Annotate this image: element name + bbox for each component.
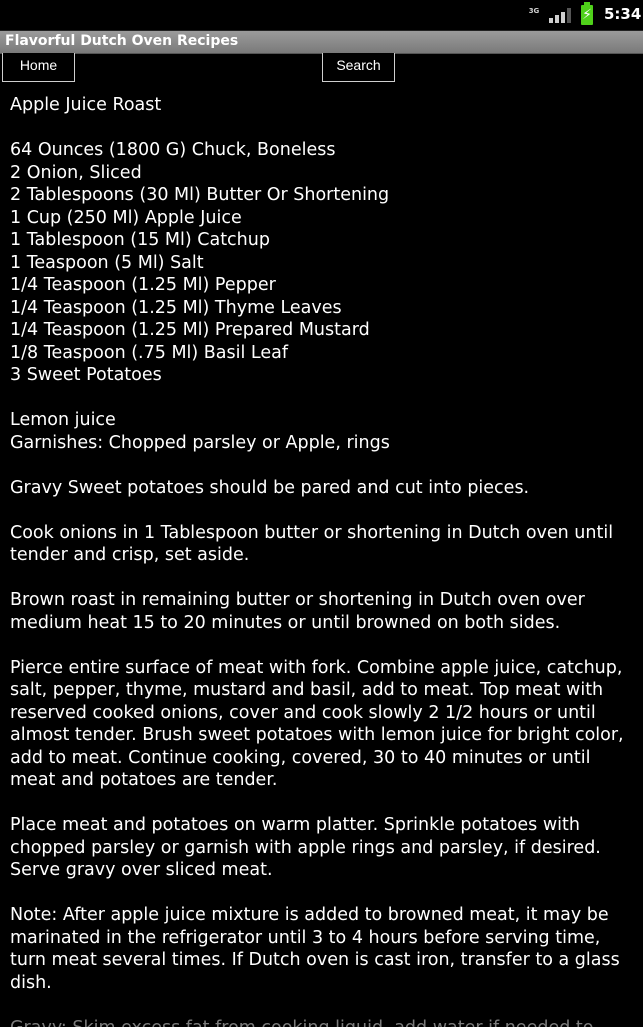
app-title-bar: Flavorful Dutch Oven Recipes [0, 31, 643, 54]
battery-charging-icon: ⚡ [581, 2, 593, 25]
extras-list: Lemon juice Garnishes: Chopped parsley o… [10, 409, 635, 454]
search-button[interactable]: Search [322, 53, 395, 82]
signal-bars-icon [549, 8, 571, 23]
instruction-step: Place meat and potatoes on warm platter.… [10, 815, 601, 880]
ingredient-item: 1/4 Teaspoon (1.25 Ml) Pepper [10, 275, 276, 295]
instruction-step: Gravy: Skim excess fat from cooking liqu… [10, 1017, 635, 1027]
ingredient-item: 64 Ounces (1800 G) Chuck, Boneless [10, 140, 336, 160]
app-title: Flavorful Dutch Oven Recipes [5, 33, 239, 49]
ingredient-item: 1 Tablespoon (15 Ml) Catchup [10, 230, 270, 250]
ingredient-item: 1/4 Teaspoon (1.25 Ml) Prepared Mustard [10, 320, 370, 340]
instruction-step: Pierce entire surface of meat with fork.… [10, 657, 624, 791]
ingredient-item: 1/4 Teaspoon (1.25 Ml) Thyme Leaves [10, 297, 342, 318]
recipe-content[interactable]: Apple Juice Roast 64 Ounces (1800 G) Chu… [10, 94, 635, 1027]
status-bar: 3G ⚡ 5:34 [0, 0, 643, 31]
ingredient-item: 1 Cup (250 Ml) Apple Juice [10, 207, 242, 228]
ingredient-item: 1/8 Teaspoon (.75 Ml) Basil Leaf [10, 342, 289, 363]
instruction-step: Gravy Sweet potatoes should be pared and… [10, 477, 530, 498]
home-button[interactable]: Home [2, 53, 75, 82]
ingredient-item: 3 Sweet Potatoes [10, 365, 162, 385]
ingredient-item: 1 Teaspoon (5 Ml) Salt [10, 252, 204, 273]
network-type-indicator: 3G [528, 7, 540, 15]
recipe-title: Apple Juice Roast [10, 95, 162, 115]
status-clock: 5:34 [604, 5, 642, 23]
extra-item: Lemon juice [10, 410, 116, 430]
ingredient-item: 2 Tablespoons (30 Ml) Butter Or Shorteni… [10, 185, 390, 205]
ingredient-item: 2 Onion, Sliced [10, 162, 142, 183]
extra-item: Garnishes: Chopped parsley or Apple, rin… [10, 432, 390, 453]
instruction-step: Note: After apple juice mixture is added… [10, 905, 620, 993]
instruction-step: Cook onions in 1 Tablespoon butter or sh… [10, 522, 614, 566]
ingredients-list: 64 Ounces (1800 G) Chuck, Boneless 2 Oni… [10, 139, 635, 387]
instruction-step: Brown roast in remaining butter or short… [10, 590, 585, 633]
